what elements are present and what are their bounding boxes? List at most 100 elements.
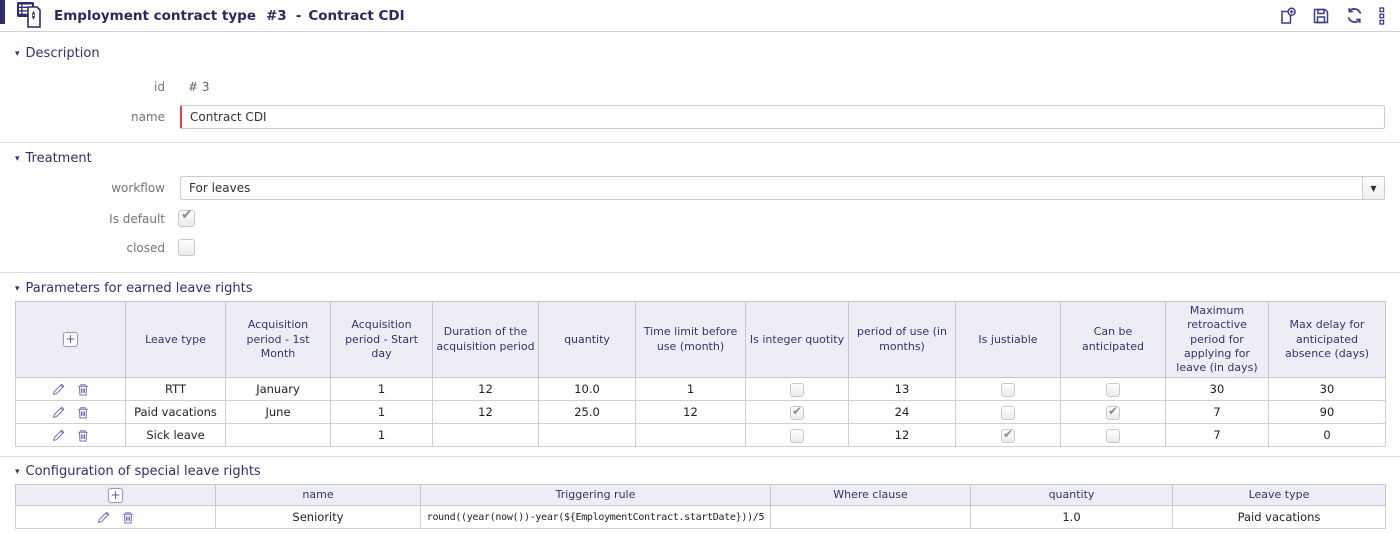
section-earned-leave-header[interactable]: ▾ Parameters for earned leave rights — [0, 280, 1400, 297]
delete-row-icon[interactable] — [121, 510, 135, 525]
column-header[interactable]: Leave type — [1173, 485, 1386, 506]
record-id: #3 — [266, 8, 287, 24]
column-header[interactable]: Is justiable — [956, 302, 1061, 378]
table-row[interactable]: RTTJanuary11210.01133030 — [16, 378, 1386, 401]
column-header[interactable]: Leave type — [126, 302, 226, 378]
add-row-button[interactable]: + — [63, 332, 78, 347]
is-default-checkbox[interactable] — [178, 210, 195, 227]
edge-notch — [0, 0, 5, 24]
delete-row-icon[interactable] — [76, 428, 90, 443]
checkbox[interactable] — [790, 383, 804, 397]
row-actions — [16, 378, 126, 401]
column-header[interactable]: quantity — [539, 302, 636, 378]
collapse-caret-icon: ▾ — [15, 49, 20, 59]
row-actions — [16, 506, 216, 529]
cell — [433, 424, 539, 447]
delete-row-icon[interactable] — [76, 405, 90, 420]
record-name: Contract CDI — [308, 8, 404, 24]
id-field-row: id # 3 — [0, 78, 1400, 95]
cell: 0 — [1269, 424, 1386, 447]
cell: Paid vacations — [1173, 506, 1386, 529]
checkbox[interactable] — [1001, 406, 1015, 420]
section-special-leave-header[interactable]: ▾ Configuration of special leave rights — [0, 463, 1400, 480]
cell-checkbox — [956, 424, 1061, 447]
title-separator: - — [296, 8, 302, 24]
cell: 10.0 — [539, 378, 636, 401]
cell: 7 — [1166, 424, 1269, 447]
workflow-field-row: workflow For leaves ▼ — [0, 176, 1400, 200]
workflow-select[interactable]: For leaves ▼ — [180, 176, 1385, 200]
edit-row-icon[interactable] — [97, 510, 111, 524]
section-title: Description — [26, 46, 100, 61]
table-row[interactable]: Sick leave11270 — [16, 424, 1386, 447]
add-row-button[interactable]: + — [108, 488, 123, 503]
column-header[interactable]: quantity — [971, 485, 1173, 506]
workflow-selected-value: For leaves — [181, 177, 1362, 199]
cell: 1 — [636, 378, 746, 401]
kebab-menu-icon[interactable] — [1378, 6, 1386, 26]
cell: 1.0 — [971, 506, 1173, 529]
new-record-icon[interactable] — [1278, 6, 1298, 26]
cell-checkbox — [1061, 401, 1166, 424]
closed-label: closed — [15, 241, 165, 255]
section-title: Configuration of special leave rights — [26, 464, 261, 479]
checkbox[interactable] — [1106, 429, 1120, 443]
table-row[interactable]: Seniorityround((year(now())-year(${Emplo… — [16, 506, 1386, 529]
checkbox[interactable] — [1106, 406, 1120, 420]
checkbox[interactable] — [790, 406, 804, 420]
row-actions — [16, 401, 126, 424]
column-header[interactable]: Can be anticipated — [1061, 302, 1166, 378]
column-header[interactable]: Where clause — [771, 485, 971, 506]
cell-checkbox — [956, 378, 1061, 401]
refresh-icon[interactable] — [1344, 5, 1365, 26]
cell: Paid vacations — [126, 401, 226, 424]
cell — [636, 424, 746, 447]
form-toolbar: Employment contract type #3 - Contract C… — [0, 0, 1400, 32]
name-input[interactable]: Contract CDI — [180, 105, 1385, 129]
cell: 30 — [1166, 378, 1269, 401]
cell: 12 — [849, 424, 956, 447]
column-header[interactable]: period of use (in months) — [849, 302, 956, 378]
is-default-field-row: Is default — [0, 210, 1400, 227]
save-icon[interactable] — [1311, 6, 1331, 26]
edit-row-icon[interactable] — [52, 405, 66, 419]
id-label: id — [15, 80, 165, 94]
section-description-header[interactable]: ▾ Description — [0, 45, 1400, 62]
edit-row-icon[interactable] — [52, 428, 66, 442]
checkbox[interactable] — [1001, 429, 1015, 443]
table-row[interactable]: Paid vacationsJune11225.01224790 — [16, 401, 1386, 424]
collapse-caret-icon: ▾ — [15, 154, 20, 164]
earned-leave-table: + Leave typeAcquisition period - 1st Mont… — [15, 301, 1386, 447]
delete-row-icon[interactable] — [76, 382, 90, 397]
edit-row-icon[interactable] — [52, 382, 66, 396]
checkbox[interactable] — [790, 429, 804, 443]
chevron-down-icon[interactable]: ▼ — [1362, 177, 1384, 199]
checkbox[interactable] — [1001, 383, 1015, 397]
column-header[interactable]: Acquisition period - 1st Month — [226, 302, 331, 378]
cell: 25.0 — [539, 401, 636, 424]
cell-checkbox — [1061, 378, 1166, 401]
cell: 13 — [849, 378, 956, 401]
column-header[interactable]: Acquisition period - Start day — [331, 302, 433, 378]
column-header[interactable]: Duration of the acquisition period — [433, 302, 539, 378]
section-divider — [0, 272, 1400, 273]
closed-field-row: closed — [0, 239, 1400, 256]
checkbox[interactable] — [1106, 383, 1120, 397]
column-header[interactable]: Is integer quotity — [746, 302, 849, 378]
column-header[interactable]: Time limit before use (month) — [636, 302, 746, 378]
column-header[interactable]: Max delay for anticipated absence (days) — [1269, 302, 1386, 378]
cell: Sick leave — [126, 424, 226, 447]
cell: January — [226, 378, 331, 401]
cell: Seniority — [216, 506, 421, 529]
column-header[interactable]: Maximum retroactive period for applying … — [1166, 302, 1269, 378]
cell: round((year(now())-year(${EmploymentCont… — [421, 506, 771, 529]
cell: 12 — [433, 378, 539, 401]
cell: 12 — [636, 401, 746, 424]
closed-checkbox[interactable] — [178, 239, 195, 256]
cell — [771, 506, 971, 529]
column-header[interactable]: Triggering rule — [421, 485, 771, 506]
section-treatment-header[interactable]: ▾ Treatment — [0, 150, 1400, 167]
cell: 24 — [849, 401, 956, 424]
actions-column-header: + — [16, 302, 126, 378]
column-header[interactable]: name — [216, 485, 421, 506]
